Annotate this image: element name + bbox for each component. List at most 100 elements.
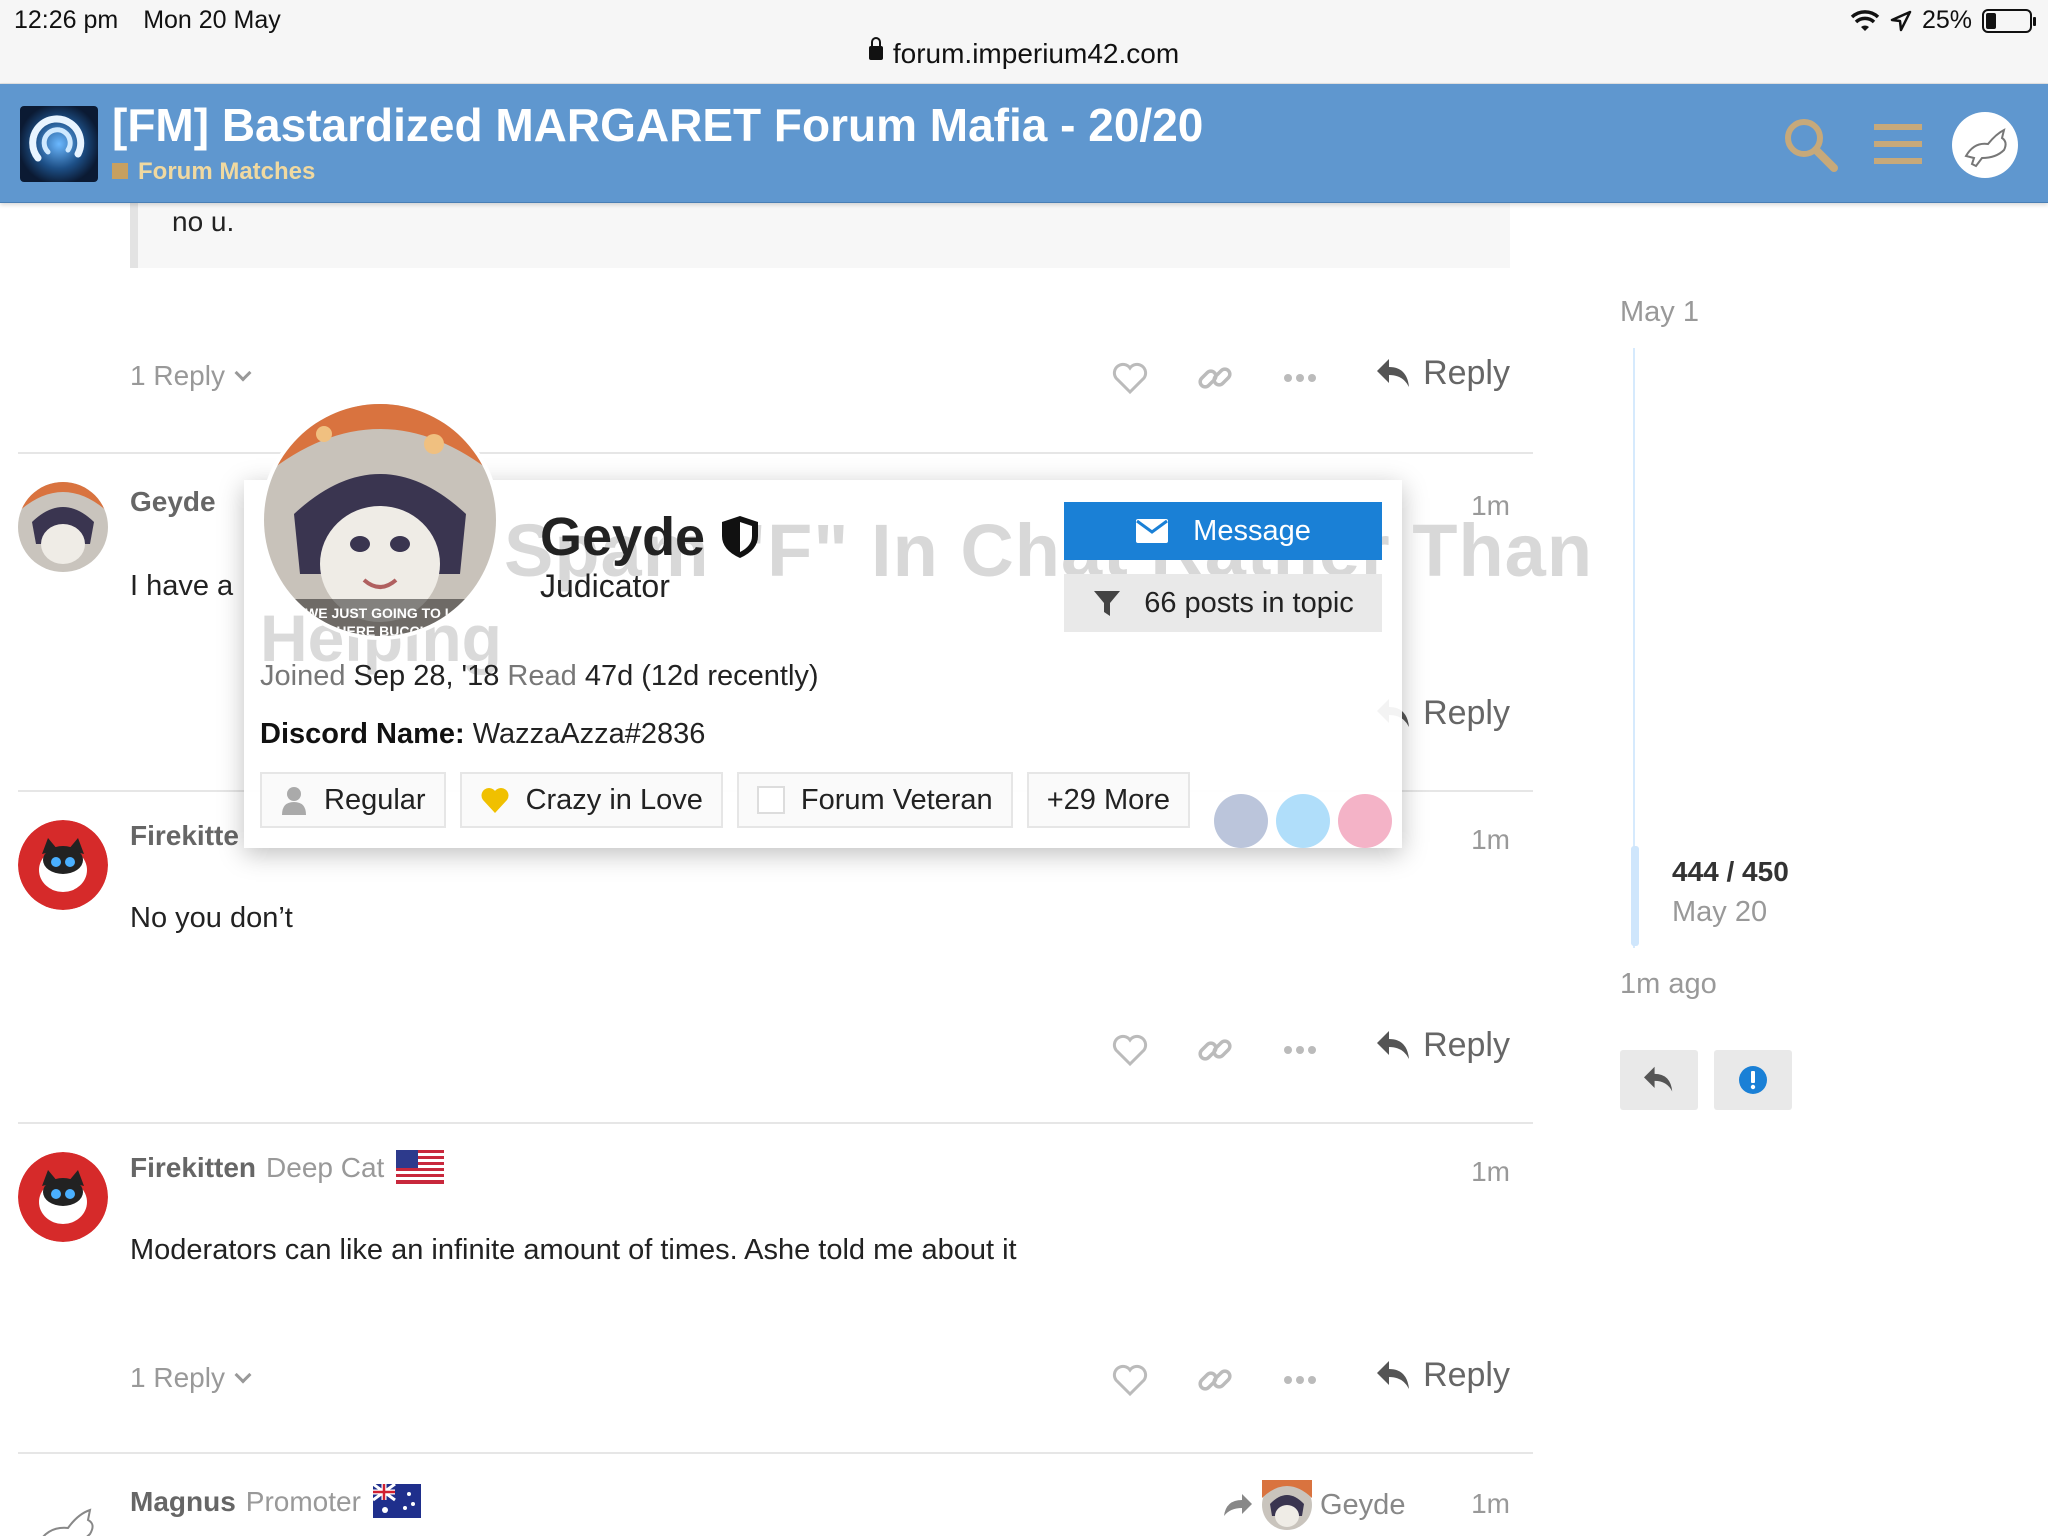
reply-arrow-icon (1377, 1030, 1410, 1059)
badge-forum-veteran[interactable]: Forum Veteran (736, 772, 1013, 828)
avatar[interactable] (18, 820, 108, 910)
badge-list: Regular Crazy in Love Forum Veteran +29 … (260, 772, 1191, 828)
user-avatar[interactable] (1952, 112, 2018, 178)
filter-posts-button[interactable]: 66 posts in topic (1064, 574, 1382, 632)
username[interactable]: Firekitte (130, 820, 239, 851)
user-card: Spam "F" In Chat Rather Than Helping WE … (244, 400, 1592, 848)
reply-button[interactable]: Reply (1375, 1356, 1510, 1395)
replies-toggle[interactable]: 1 Reply (130, 360, 252, 392)
chevron-down-icon (234, 364, 252, 382)
badge-image-icon (756, 786, 785, 814)
card-avatar[interactable]: WE JUST GOING TO L... HERE BUCCIA (260, 400, 500, 640)
like-icon[interactable] (1110, 1030, 1150, 1070)
post-meta: Geyde (130, 486, 216, 518)
status-right: 25% (1850, 6, 2036, 35)
avatar[interactable] (18, 1152, 108, 1242)
card-username[interactable]: Geyde (540, 506, 761, 568)
heart-icon (481, 788, 509, 813)
topic-title[interactable]: [FM] Bastardized MARGARET Forum Mafia - … (112, 98, 1203, 152)
reply-arrow-icon (1377, 1360, 1410, 1389)
read-value: 47d (12d recently) (584, 660, 819, 692)
badge-label: Forum Veteran (800, 783, 993, 816)
reply-to-avatar (1262, 1480, 1312, 1530)
filter-label: 66 posts in topic (1144, 586, 1354, 619)
badge-crazy-in-love[interactable]: Crazy in Love (459, 772, 723, 828)
joined-value: Sep 28, '18 (353, 660, 500, 692)
timeline-position: 444 / 450 (1672, 856, 1789, 887)
replies-toggle[interactable]: 1 Reply (130, 1362, 252, 1394)
category-label: Forum Matches (138, 158, 316, 185)
post-time[interactable]: 1m (1471, 824, 1510, 856)
more-icon[interactable] (1280, 1360, 1320, 1400)
reply-to[interactable]: Geyde (1222, 1480, 1405, 1530)
user-title: Deep Cat (266, 1152, 385, 1183)
lock-icon (868, 36, 883, 60)
reply-label: Reply (1423, 1356, 1510, 1394)
avatar[interactable] (18, 482, 108, 572)
post-body: No you don’t (130, 902, 293, 934)
username[interactable]: Geyde (130, 486, 216, 517)
reply-button[interactable]: Reply (1375, 1026, 1510, 1065)
more-icon[interactable] (1280, 1030, 1320, 1070)
user-title: Promoter (245, 1486, 361, 1517)
au-flag-icon (372, 1483, 421, 1518)
battery-icon (1982, 8, 2036, 33)
reply-arrow-icon (1377, 358, 1410, 387)
logo-icon[interactable] (20, 106, 98, 182)
envelope-icon (1136, 519, 1169, 543)
read-label: Read (507, 660, 577, 692)
more-badges-button[interactable]: +29 More (1026, 772, 1191, 828)
like-icon[interactable] (1110, 1360, 1150, 1400)
discord-label: Discord Name: (260, 718, 465, 750)
search-icon[interactable] (1780, 114, 1840, 174)
badge-label: Regular (324, 783, 426, 816)
reply-label: Reply (1423, 354, 1510, 392)
reply-button[interactable]: Reply (1375, 354, 1510, 393)
category-color-swatch (112, 162, 128, 179)
moderator-shield-icon (722, 516, 759, 558)
post-body: I have a (130, 570, 234, 602)
badge-regular[interactable]: Regular (260, 772, 446, 828)
reply-label: Reply (1423, 1026, 1510, 1064)
link-icon[interactable] (1195, 1030, 1235, 1070)
post-divider (18, 1452, 1533, 1454)
battery-percent: 25% (1921, 6, 1972, 34)
category-badge[interactable]: Forum Matches (112, 158, 315, 186)
card-discord: Discord Name: WazzaAzza#2836 (260, 718, 705, 751)
status-date: Mon 20 May (143, 6, 281, 34)
timeline-end-date[interactable]: 1m ago (1620, 968, 1717, 1001)
avatar[interactable] (18, 1484, 108, 1536)
link-icon[interactable] (1195, 358, 1235, 398)
address-bar[interactable]: forum.imperium42.com (0, 36, 2048, 70)
timeline-notify-button[interactable] (1714, 1050, 1792, 1110)
chevron-down-icon (234, 1366, 252, 1384)
post-meta: Firekitten Deep Cat (130, 1149, 445, 1187)
post-meta: Firekitte (130, 820, 239, 852)
location-icon (1890, 10, 1912, 31)
card-user-title: Judicator (540, 568, 670, 604)
filter-icon (1094, 591, 1121, 616)
post-actions: Reply (130, 1020, 1510, 1080)
status-time: 12:26 pm (14, 6, 119, 34)
quote-text: no u. (172, 206, 235, 237)
link-icon[interactable] (1195, 1360, 1235, 1400)
username[interactable]: Magnus (130, 1486, 236, 1517)
timeline-scroller[interactable] (1631, 846, 1639, 946)
replies-count: 1 Reply (130, 1362, 225, 1393)
more-icon[interactable] (1280, 358, 1320, 398)
timeline-reply-button[interactable] (1620, 1050, 1698, 1110)
hamburger-icon[interactable] (1868, 114, 1928, 174)
post-actions: 1 Reply Reply (130, 348, 1510, 408)
url-text: forum.imperium42.com (892, 38, 1180, 69)
username[interactable]: Firekitten (130, 1152, 256, 1183)
more-share-icon (1338, 794, 1392, 848)
like-icon[interactable] (1110, 358, 1150, 398)
status-time-date: 12:26 pm Mon 20 May (14, 6, 299, 35)
alert-icon (1739, 1066, 1767, 1094)
discord-value: WazzaAzza#2836 (472, 718, 706, 750)
post-divider (18, 452, 1533, 454)
message-button[interactable]: Message (1064, 502, 1382, 560)
timeline-start-date[interactable]: May 1 (1620, 296, 1699, 329)
post-time[interactable]: 1m (1471, 1156, 1510, 1188)
post-time[interactable]: 1m (1471, 1488, 1510, 1520)
